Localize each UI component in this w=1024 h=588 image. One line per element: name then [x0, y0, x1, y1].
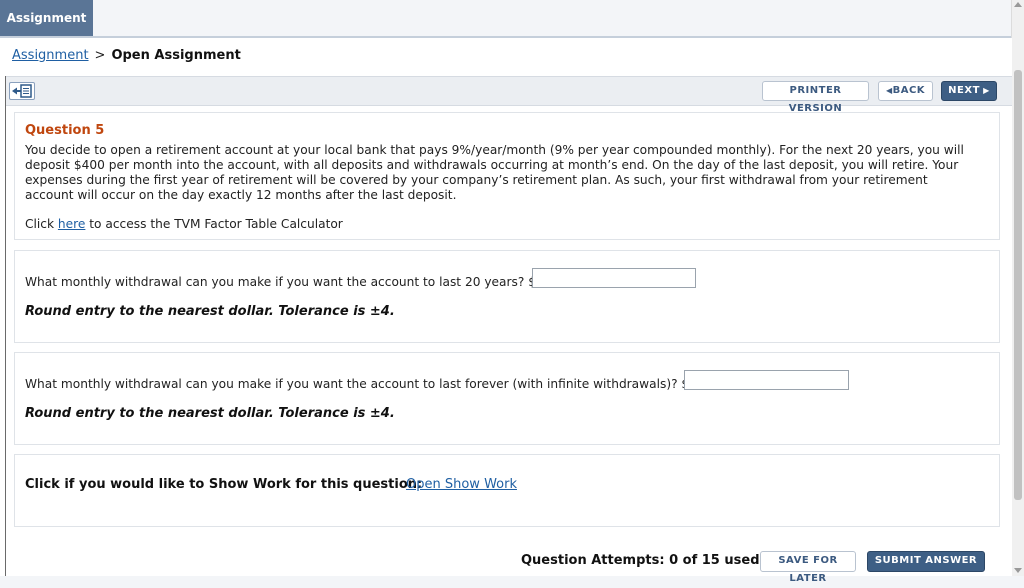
submit-answer-button[interactable]: SUBMIT ANSWER — [867, 551, 985, 572]
breadcrumb-link-assignment[interactable]: Assignment — [12, 48, 89, 63]
breadcrumb: Assignment > Open Assignment — [12, 48, 241, 63]
top-tab-bar: Assignment — [0, 0, 1012, 38]
part1-card: What monthly withdrawal can you make if … — [14, 250, 1000, 343]
calculator-link-line: Click here to access the TVM Factor Tabl… — [25, 217, 343, 231]
collapse-panel-icon[interactable] — [9, 82, 35, 100]
part2-prompt: What monthly withdrawal can you make if … — [25, 377, 690, 391]
tab-assignment[interactable]: Assignment — [0, 0, 93, 36]
part1-answer-input[interactable] — [532, 268, 696, 288]
show-work-card: Click if you would like to Show Work for… — [14, 454, 1000, 527]
scroll-down-icon[interactable] — [1014, 568, 1022, 573]
next-button[interactable]: NEXT ▶ — [941, 81, 997, 101]
printer-version-button[interactable]: PRINTER VERSION — [762, 81, 869, 114]
vertical-scrollbar[interactable] — [1011, 0, 1024, 576]
calculator-link[interactable]: here — [58, 217, 85, 231]
part2-answer-input[interactable] — [684, 370, 849, 390]
part2-hint: Round entry to the nearest dollar. Toler… — [25, 406, 395, 421]
part2-card: What monthly withdrawal can you make if … — [14, 352, 1000, 445]
question-attempts: Question Attempts: 0 of 15 used — [521, 553, 760, 568]
question-toolbar: PRINTER VERSION ◀BACK NEXT ▶ — [6, 76, 1012, 114]
calculator-suffix: to access the TVM Factor Table Calculato… — [85, 217, 343, 231]
next-button-label: NEXT — [948, 85, 980, 96]
question-title: Question 5 — [25, 123, 105, 138]
caret-right-icon: ▶ — [979, 86, 990, 95]
show-work-label: Click if you would like to Show Work for… — [25, 477, 423, 492]
breadcrumb-separator: > — [94, 48, 106, 63]
open-show-work-link[interactable]: Open Show Work — [406, 477, 517, 492]
calculator-prefix: Click — [25, 217, 58, 231]
part1-hint: Round entry to the nearest dollar. Toler… — [25, 304, 395, 319]
scroll-thumb[interactable] — [1014, 70, 1022, 500]
question-card: Question 5 You decide to open a retireme… — [14, 112, 1000, 240]
content-frame: Assignment > Open Assignment PRINTER VERSI… — [0, 38, 1012, 584]
back-button[interactable]: ◀BACK — [878, 81, 933, 101]
breadcrumb-current: Open Assignment — [111, 48, 241, 63]
left-border-line — [5, 76, 6, 576]
question-text: You decide to open a retirement account … — [25, 143, 964, 202]
scroll-up-icon[interactable] — [1014, 2, 1022, 7]
back-button-label: BACK — [892, 85, 926, 96]
save-for-later-button[interactable]: SAVE FOR LATER — [760, 551, 856, 584]
caret-left-icon: ◀ — [885, 86, 893, 95]
part1-prompt: What monthly withdrawal can you make if … — [25, 275, 536, 289]
